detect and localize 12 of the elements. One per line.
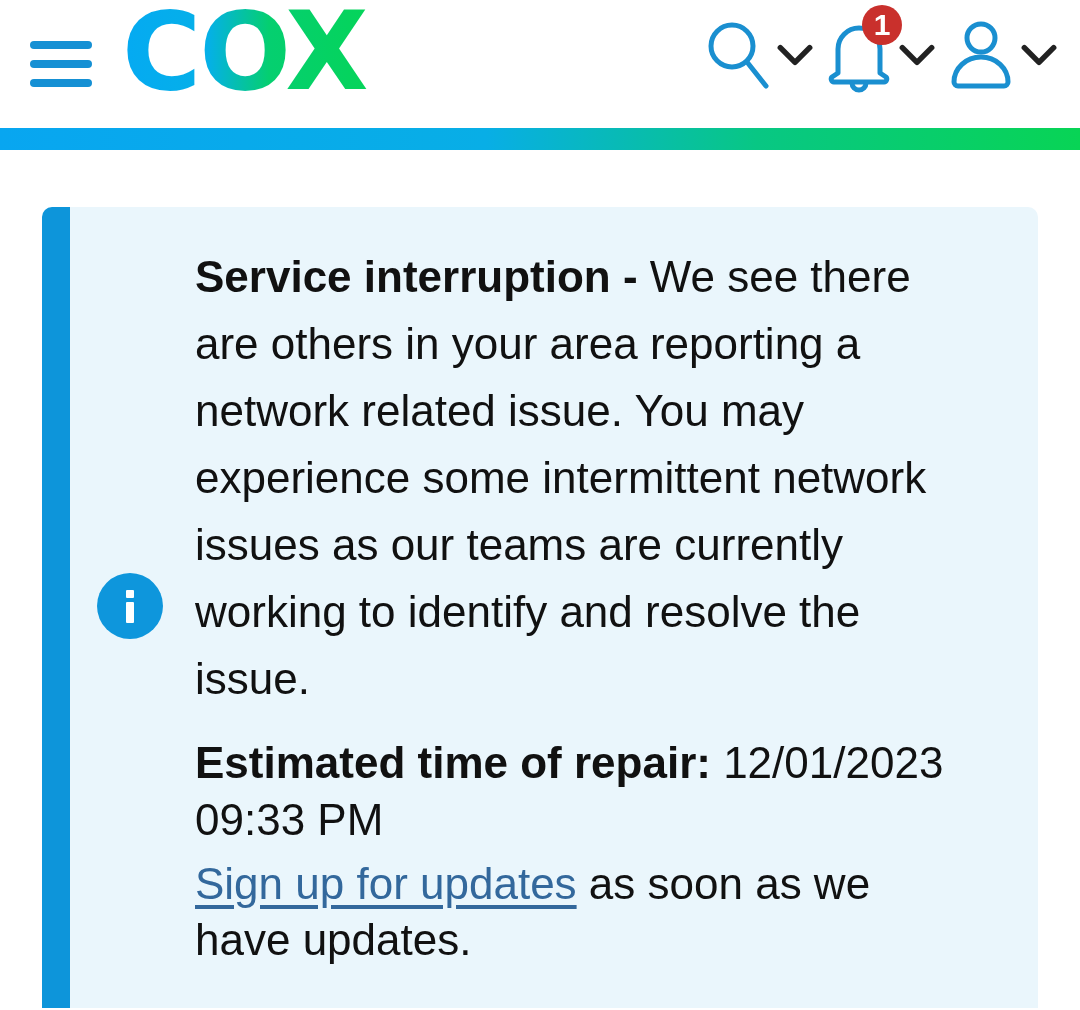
alert-message: Service interruption - We see there are others in your area reporting a network related issue. You may experience some intermittent network issues as our teams are currently working to identify and resolve the issue. bbox=[195, 251, 928, 705]
chevron-down-icon bbox=[776, 44, 814, 66]
chevron-down-icon bbox=[898, 44, 936, 66]
info-icon bbox=[97, 572, 163, 639]
chevron-down-icon bbox=[1020, 44, 1058, 66]
notification-badge: 1 bbox=[862, 5, 902, 45]
search-icon bbox=[706, 20, 770, 90]
updates-sentence: Sign up for updates as soon as we have updates. bbox=[195, 858, 872, 966]
menu-icon bbox=[30, 40, 92, 88]
menu-button[interactable] bbox=[30, 40, 92, 88]
sign-up-link[interactable]: Sign up for updates bbox=[195, 859, 577, 908]
notifications-button[interactable]: 1 bbox=[826, 1, 936, 93]
